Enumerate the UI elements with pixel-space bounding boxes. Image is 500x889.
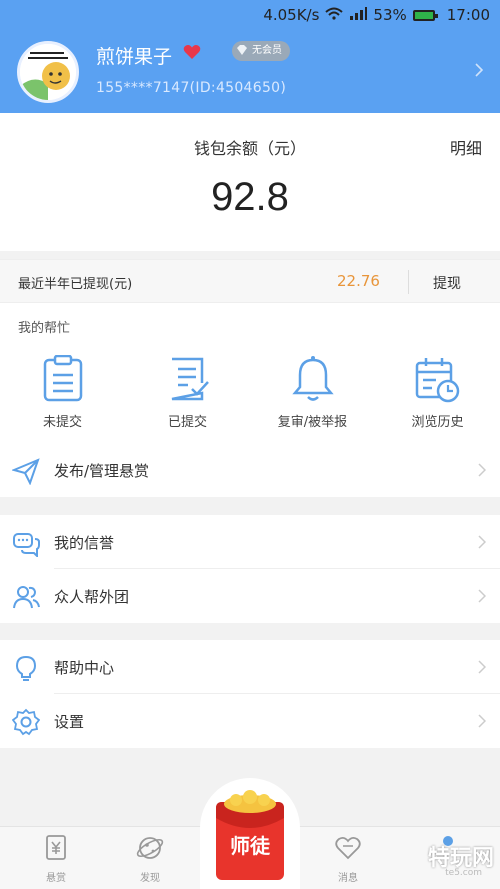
menu-label: 帮助中心: [54, 659, 115, 677]
menu-label: 发布/管理悬赏: [54, 462, 150, 480]
wallet-detail-link[interactable]: 明细: [450, 135, 482, 159]
chevron-right-icon[interactable]: [474, 62, 484, 82]
divider: [408, 270, 409, 294]
battery-icon: [412, 9, 438, 21]
menu-row-group[interactable]: 众人帮外团: [0, 569, 500, 623]
nav-item-discover[interactable]: 发现: [120, 833, 180, 884]
status-bar: 4.05K/s 53% 17:00: [0, 0, 500, 30]
network-speed: 4.05K/s: [263, 6, 320, 24]
menu-row-help-center[interactable]: 帮助中心: [0, 640, 500, 694]
nav-item-bounty[interactable]: 悬赏: [26, 833, 86, 884]
menu-label: 众人帮外团: [54, 588, 130, 606]
wallet-balance-amount: 92.8: [211, 175, 289, 219]
help-item-label: 已提交: [167, 415, 207, 430]
bell-icon: [288, 353, 338, 405]
scroll-yen-icon: [41, 833, 71, 867]
gear-icon: [11, 708, 41, 736]
withdraw-row: 最近半年已提现(元) 22.76 提现: [0, 259, 500, 303]
help-item-label: 浏览历史: [411, 415, 464, 430]
nav-label: 悬赏: [46, 873, 66, 884]
my-help-section: 我的帮忙 未提交 已提交 复审/被举报 浏览历史: [0, 303, 500, 443]
help-item-unsubmitted[interactable]: 未提交: [0, 353, 125, 430]
checked-document-icon: [163, 353, 213, 405]
menu-label: 我的信誉: [54, 534, 115, 552]
chevron-right-icon: [478, 462, 487, 481]
chevron-right-icon: [478, 588, 487, 607]
help-item-label: 未提交: [42, 415, 82, 430]
group-icon: [12, 583, 40, 611]
section-title: 我的帮忙: [18, 321, 71, 336]
lightbulb-icon: [12, 654, 40, 682]
help-item-label: 复审/被举报: [277, 415, 348, 430]
wallet-balance-label: 钱包余额（元）: [193, 139, 306, 158]
chevron-right-icon: [478, 534, 487, 553]
clipboard-icon: [38, 353, 88, 405]
watermark-sub: te5.com: [445, 868, 482, 878]
chat-bubbles-icon: [12, 529, 40, 559]
withdrawn-label: 最近半年已提现(元): [18, 277, 133, 292]
battery-percent: 53%: [373, 6, 407, 24]
nav-label: 发现: [140, 873, 160, 884]
avatar[interactable]: [17, 41, 79, 103]
help-item-history[interactable]: 浏览历史: [375, 353, 500, 430]
diamond-icon: [235, 43, 249, 65]
heart-chat-icon: [333, 833, 363, 867]
help-item-submitted[interactable]: 已提交: [125, 353, 250, 430]
menu-row-settings[interactable]: 设置: [0, 694, 500, 748]
withdraw-button[interactable]: 提现: [433, 273, 461, 293]
menu-row-publish[interactable]: 发布/管理悬赏: [0, 443, 500, 497]
vip-label: 无会员: [252, 45, 282, 56]
menu-label: 设置: [54, 713, 85, 731]
paper-plane-icon: [10, 457, 40, 486]
wallet-card: 钱包余额（元） 明细 92.8: [0, 113, 500, 251]
clock: 17:00: [446, 6, 490, 24]
heart-icon: [183, 44, 201, 64]
planet-icon: [135, 833, 165, 867]
help-item-review[interactable]: 复审/被举报: [250, 353, 375, 430]
calendar-clock-icon: [413, 353, 463, 405]
wifi-icon: [325, 6, 344, 24]
user-id: 155****7147(ID:4504650): [96, 80, 287, 96]
mentor-label: 师徒: [230, 834, 270, 858]
menu-row-reputation[interactable]: 我的信誉: [0, 515, 500, 569]
signal-icon: [349, 6, 368, 24]
user-name: 煎饼果子: [96, 46, 173, 68]
vip-badge[interactable]: 无会员: [232, 41, 290, 61]
chevron-right-icon: [478, 713, 487, 732]
nav-label: 消息: [338, 873, 358, 884]
nav-item-messages[interactable]: 消息: [318, 833, 378, 884]
chevron-right-icon: [478, 659, 487, 678]
withdrawn-amount: 22.76: [337, 272, 380, 290]
mentor-button[interactable]: 师徒: [200, 778, 300, 889]
profile-header[interactable]: 4.05K/s 53% 17:00 煎饼果子 无会员 155****7147(I…: [0, 0, 500, 113]
